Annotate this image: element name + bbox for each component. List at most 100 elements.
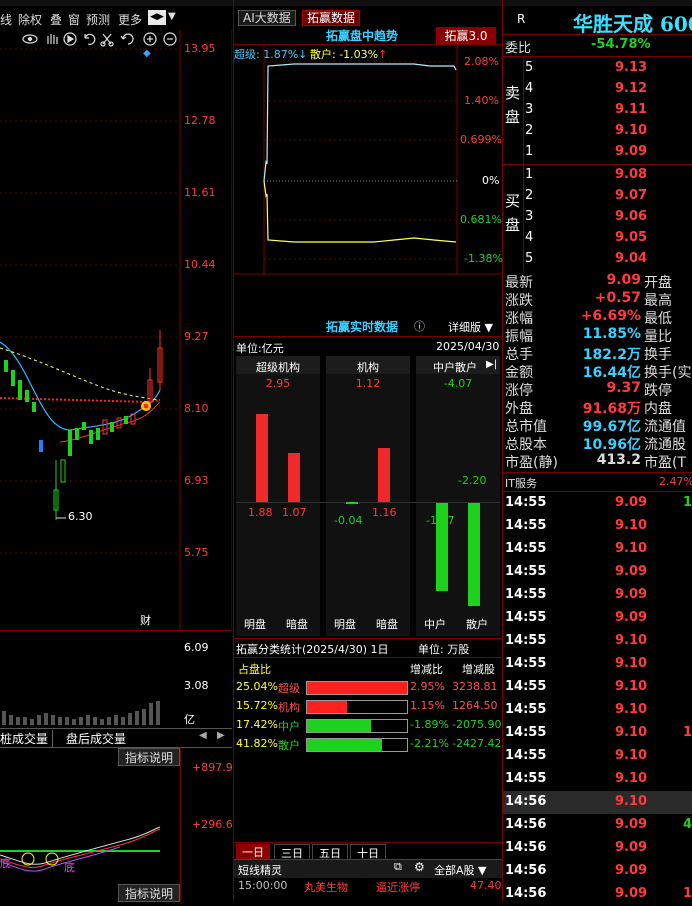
toolbar-overlay-button[interactable]: 叠 bbox=[50, 11, 62, 28]
trend-axis-label: 0.699% bbox=[460, 133, 502, 146]
toolbar-more-button[interactable]: 更多 bbox=[118, 11, 142, 28]
quote-stat-value: 413.2 bbox=[596, 452, 641, 468]
bid-row[interactable]: 1 9.08 bbox=[523, 166, 692, 186]
info-icon[interactable]: ⓘ bbox=[414, 318, 425, 334]
ask-row[interactable]: 5 9.13 bbox=[523, 59, 692, 79]
quote-stat-row: 涨跌 +0.57 最高 bbox=[503, 290, 692, 309]
trend-title-bar: 拓赢盘中趋势 拓赢3.0 bbox=[234, 26, 502, 45]
top-menu-strip bbox=[0, 0, 692, 6]
industry-label[interactable]: IT服务 bbox=[505, 475, 537, 491]
tick-time: 14:55 bbox=[505, 656, 547, 671]
industry-row[interactable]: IT服务 2.47% bbox=[503, 473, 692, 491]
tab-scroll-right-icon[interactable]: ▶ bbox=[217, 730, 225, 741]
tab-ai-data[interactable]: AI大数据 bbox=[238, 10, 296, 26]
indicator-pane: 指标说明 +897.9 +296.6 底 底 指标说明 bbox=[0, 747, 233, 902]
quote-stat-label2: 最高 bbox=[644, 293, 672, 309]
quote-stat-label: 总股本 bbox=[505, 437, 547, 453]
tick-price: 9.09 bbox=[615, 610, 648, 625]
tick-price: 9.09 bbox=[615, 817, 648, 832]
group-name: 中户散户 bbox=[433, 361, 477, 374]
tick-volume: 4 bbox=[683, 817, 692, 832]
tick-time: 14:56 bbox=[505, 817, 547, 832]
tick-time: 14:55 bbox=[505, 518, 547, 533]
expand-arrow-icon[interactable]: ▶| bbox=[486, 359, 497, 370]
tick-row: 14:55 9.09 bbox=[503, 584, 692, 607]
tick-price: 9.10 bbox=[615, 633, 648, 648]
bar-value: 1.07 bbox=[282, 506, 307, 519]
bar-value: -1.87 bbox=[426, 514, 455, 527]
quote-stat-row: 市盈(静) 413.2 市盈(T bbox=[503, 452, 692, 471]
stat-pct: 25.04% bbox=[236, 680, 278, 693]
stat-ratio: 1.15% bbox=[410, 699, 445, 712]
group-name: 机构 bbox=[357, 361, 379, 374]
gear-icon[interactable]: ⚙ bbox=[414, 860, 425, 874]
tick-time: 14:55 bbox=[505, 610, 547, 625]
stat-table: 占盘比 增减比 增减股 25.04% 超级 2.95% 3238.81 15.7… bbox=[234, 658, 502, 754]
bid-row[interactable]: 3 9.06 bbox=[523, 208, 692, 228]
quote-stat-value: 10.96亿 bbox=[582, 437, 641, 453]
stat-row: 15.72% 机构 1.15% 1264.50 bbox=[234, 697, 502, 715]
trend-version-badge[interactable]: 拓赢3.0 bbox=[436, 27, 496, 44]
ask-row[interactable]: 3 9.11 bbox=[523, 101, 692, 121]
short-line-bar: 短线精灵 ⧉ ⚙ 全部A股 ▼ bbox=[234, 859, 502, 878]
short-line-row[interactable]: 15:00:00 丸美生物 逼近涨停 47.40 bbox=[234, 878, 502, 894]
quote-stat-label2: 内盘 bbox=[644, 401, 672, 417]
indicator-help-button-2[interactable]: 指标说明 bbox=[118, 884, 180, 902]
group-total: 2.95 bbox=[265, 377, 291, 390]
ask-price: 9.11 bbox=[615, 102, 648, 117]
toolbar-forecast-button[interactable]: 预测 bbox=[86, 11, 110, 28]
tick-price: 9.09 bbox=[615, 886, 648, 901]
r-badge: R bbox=[517, 12, 526, 26]
tab-scroll-left-icon[interactable]: ◀ bbox=[199, 730, 207, 741]
cai-marker[interactable]: 财 bbox=[140, 612, 151, 628]
stat-ratio: 2.95% bbox=[410, 680, 445, 693]
tab-after-hours-volume[interactable]: 盘后成交量 bbox=[66, 730, 126, 747]
market-filter-dropdown[interactable]: 全部A股 ▼ bbox=[434, 862, 487, 878]
toolbar-line-button[interactable]: 线 bbox=[0, 11, 12, 28]
ask-row[interactable]: 1 9.09 bbox=[523, 143, 692, 163]
stat-ratio: -1.89% bbox=[410, 718, 449, 731]
volume-axis-label: 6.09 bbox=[184, 641, 209, 654]
bid-row[interactable]: 4 9.05 bbox=[523, 229, 692, 249]
tick-time: 14:55 bbox=[505, 702, 547, 717]
quote-stat-row: 总手 182.2万 换手 bbox=[503, 344, 692, 363]
indicator-axis-label: +897.9 bbox=[192, 761, 233, 774]
quote-stat-row: 涨幅 +6.69% 最低 bbox=[503, 308, 692, 327]
ask-row[interactable]: 4 9.12 bbox=[523, 80, 692, 100]
tick-price: 9.09 bbox=[615, 840, 648, 855]
trend-axis-label: 2.08% bbox=[464, 55, 499, 68]
stat-pct: 15.72% bbox=[236, 699, 278, 712]
tick-row: 14:56 9.10 bbox=[503, 791, 692, 814]
stat-bar-track bbox=[306, 681, 408, 695]
stat-bar-fill bbox=[307, 701, 347, 713]
tick-row: 14:55 9.10 bbox=[503, 676, 692, 699]
bid-row[interactable]: 5 9.04 bbox=[523, 250, 692, 270]
tick-row: 14:55 9.10 bbox=[503, 515, 692, 538]
stat-pct: 17.42% bbox=[236, 718, 278, 731]
tick-row: 14:56 9.09 4 bbox=[503, 814, 692, 837]
quote-stat-label: 涨停 bbox=[505, 383, 533, 399]
period-tab-1d[interactable]: 一日 bbox=[236, 844, 270, 860]
sell-side-label: 卖盘 bbox=[505, 84, 521, 126]
toolbar-exright-button[interactable]: 除权 bbox=[18, 11, 42, 28]
bar-label: 明盘 bbox=[334, 618, 356, 631]
quote-stat-row: 总市值 99.67亿 流通值 bbox=[503, 416, 692, 435]
price-axis-label: 13.95 bbox=[184, 42, 216, 55]
toolbar-arrows-button[interactable]: ◀▶ bbox=[148, 10, 166, 25]
stat-shares: 1264.50 bbox=[452, 699, 498, 712]
short-line-stock[interactable]: 丸美生物 bbox=[304, 879, 348, 895]
quote-stat-label2: 换手 bbox=[644, 347, 672, 363]
quote-stat-value: 91.68万 bbox=[582, 401, 641, 417]
toolbar-dropdown-icon[interactable]: ▼ bbox=[168, 11, 176, 22]
popout-icon[interactable]: ⧉ bbox=[394, 860, 402, 874]
ask-row[interactable]: 2 9.10 bbox=[523, 122, 692, 142]
detail-version-dropdown[interactable]: 详细版 ▼ bbox=[448, 319, 493, 335]
tick-price: 9.10 bbox=[615, 702, 648, 717]
tab-tuoying-data[interactable]: 拓赢数据 bbox=[302, 10, 361, 26]
bid-price: 9.07 bbox=[615, 188, 648, 203]
price-axis-label: 11.61 bbox=[184, 186, 216, 199]
stat-shares: 3238.81 bbox=[452, 680, 498, 693]
toolbar-window-button[interactable]: 窗 bbox=[68, 11, 80, 28]
bid-row[interactable]: 2 9.07 bbox=[523, 187, 692, 207]
tab-volume[interactable]: 桩成交量 bbox=[0, 730, 54, 747]
